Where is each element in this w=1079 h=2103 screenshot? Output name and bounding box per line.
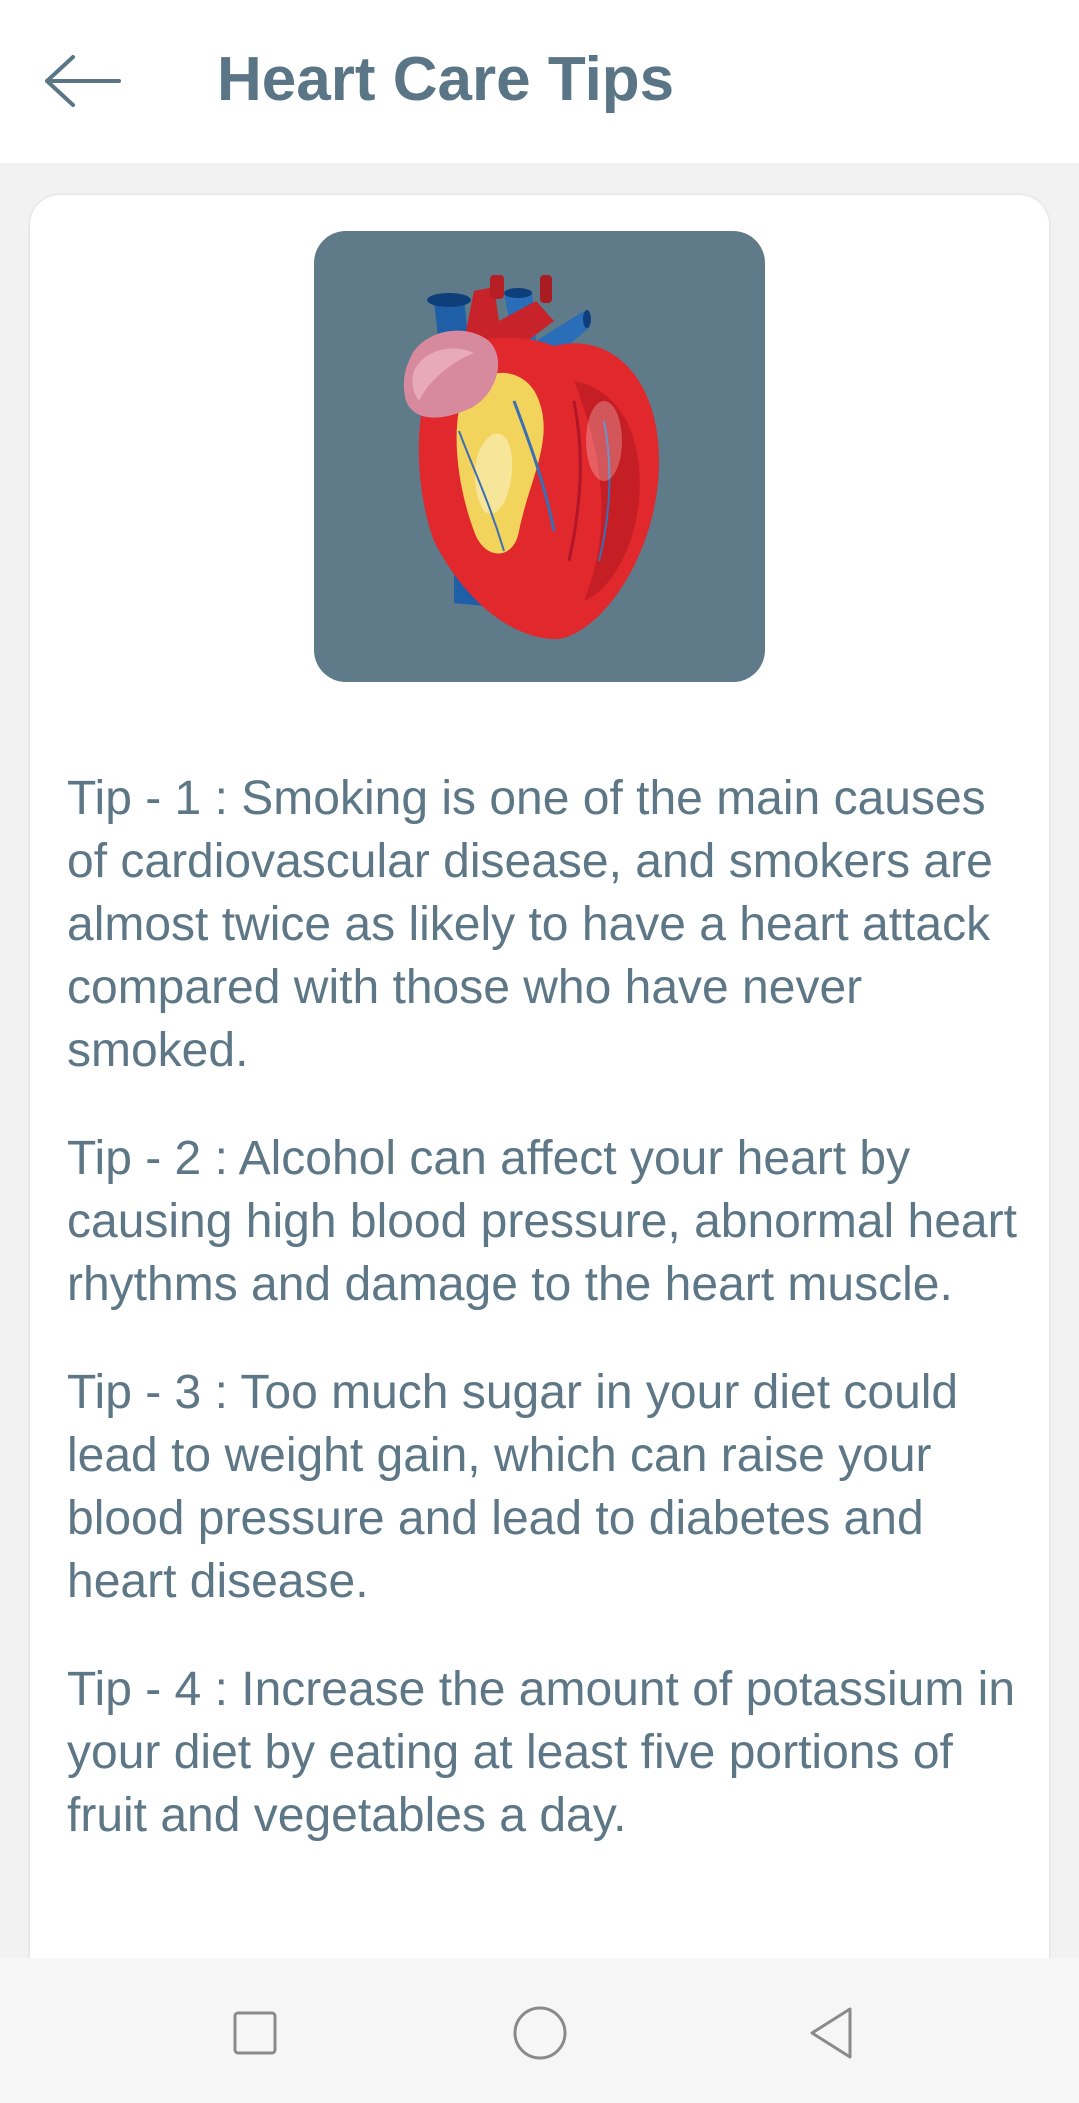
recents-button[interactable]	[220, 1998, 290, 2068]
nav-back-button[interactable]	[795, 1998, 865, 2068]
system-nav-bar	[0, 1958, 1079, 2103]
tips-list: Tip - 1 : Smoking is one of the main cau…	[67, 767, 1027, 1892]
tip-1: Tip - 1 : Smoking is one of the main cau…	[67, 772, 993, 1077]
app-bar: Heart Care Tips	[0, 0, 1079, 163]
tip-3: Tip - 3 : Too much sugar in your diet co…	[67, 1366, 959, 1608]
page-title: Heart Care Tips	[217, 45, 675, 114]
square-icon	[233, 2011, 277, 2055]
heart-illustration	[314, 231, 765, 682]
back-button[interactable]	[40, 48, 126, 114]
circle-icon	[513, 2006, 567, 2060]
content-scroll-area[interactable]: Tip - 1 : Smoking is one of the main cau…	[0, 163, 1079, 1958]
tip-4: Tip - 4 : Increase the amount of potassi…	[67, 1663, 1016, 1842]
triangle-back-icon	[810, 2007, 852, 2059]
home-button[interactable]	[505, 1998, 575, 2068]
tips-card: Tip - 1 : Smoking is one of the main cau…	[30, 195, 1049, 1958]
arrow-left-icon	[45, 55, 121, 107]
tip-2: Tip - 2 : Alcohol can affect your heart …	[67, 1132, 1017, 1311]
heart-icon	[403, 275, 659, 640]
